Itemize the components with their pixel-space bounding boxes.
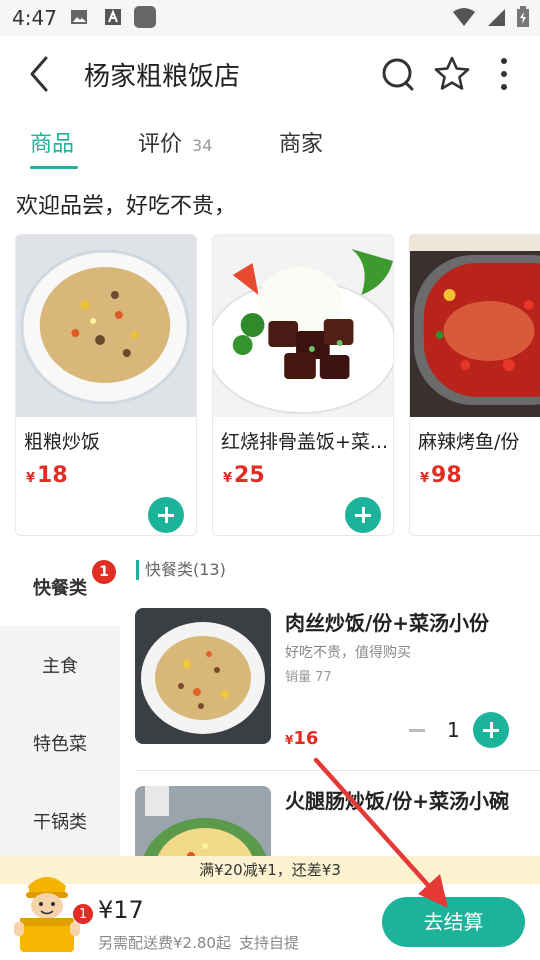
product-price-value: 16 bbox=[293, 728, 319, 749]
tab-products-label: 商品 bbox=[30, 132, 75, 157]
checkout-button[interactable]: 去结算 bbox=[382, 897, 525, 947]
delivery-fee-note: 另需配送费¥2.80起 支持自提 bbox=[98, 932, 299, 953]
more-vertical-icon bbox=[501, 58, 507, 90]
increase-quantity-button[interactable] bbox=[473, 712, 509, 748]
review-count: 34 bbox=[192, 136, 213, 155]
featured-card[interactable]: 红烧排骨盖饭+菜... ¥25 bbox=[212, 234, 394, 536]
category-count-badge: 1 bbox=[92, 560, 116, 584]
featured-price-value: 25 bbox=[234, 463, 265, 488]
category-label: 主食 bbox=[42, 656, 78, 677]
featured-price: ¥25 bbox=[223, 463, 265, 488]
category-specialty[interactable]: 特色菜 bbox=[0, 704, 120, 782]
product-sales: 销量 77 bbox=[285, 670, 332, 685]
featured-name: 红烧排骨盖饭+菜... bbox=[221, 431, 389, 453]
wifi-icon bbox=[453, 8, 475, 26]
category-fast-food[interactable]: 快餐类 1 bbox=[0, 548, 120, 626]
image-notification-icon bbox=[70, 8, 88, 26]
category-label: 快餐类 bbox=[33, 578, 87, 599]
category-dry-pot[interactable]: 干锅类 bbox=[0, 782, 120, 860]
featured-carousel[interactable]: 粗粮炒饭 ¥18 红烧排骨盖饭+菜... ¥25 麻辣烤鱼/份 ¥98 bbox=[0, 234, 540, 538]
add-to-cart-button[interactable] bbox=[148, 497, 184, 533]
star-icon bbox=[434, 56, 470, 90]
text-notification-icon bbox=[104, 8, 122, 26]
battery-icon bbox=[517, 6, 529, 27]
quantity-value: 1 bbox=[447, 718, 460, 742]
fried-rice-photo bbox=[16, 235, 196, 417]
status-icons bbox=[452, 6, 530, 28]
featured-name: 麻辣烤鱼/份 bbox=[418, 431, 520, 453]
add-to-cart-button[interactable] bbox=[345, 497, 381, 533]
tab-reviews-label: 评价 bbox=[138, 132, 183, 157]
delivery-fee-text: 另需配送费¥2.80起 bbox=[98, 934, 231, 952]
category-label: 干锅类 bbox=[33, 812, 87, 833]
chevron-left-icon bbox=[30, 56, 48, 92]
decrease-quantity-button[interactable] bbox=[407, 720, 427, 740]
featured-price: ¥18 bbox=[26, 463, 68, 488]
app-notification-icon bbox=[134, 6, 156, 28]
category-staple[interactable]: 主食 bbox=[0, 626, 120, 704]
shredded-pork-fried-rice-photo bbox=[135, 608, 271, 744]
section-title: 快餐类(13) bbox=[136, 560, 226, 580]
back-button[interactable] bbox=[24, 54, 56, 94]
welcome-message: 欢迎品尝，好吃不贵， bbox=[16, 194, 237, 219]
featured-card[interactable]: 麻辣烤鱼/份 ¥98 bbox=[409, 234, 540, 536]
list-divider bbox=[135, 770, 540, 771]
currency-symbol: ¥ bbox=[26, 471, 36, 486]
tab-merchant-label: 商家 bbox=[279, 132, 324, 157]
status-bar: 4:47 bbox=[0, 0, 540, 36]
signal-icon bbox=[488, 9, 505, 26]
product-description: 好吃不贵，值得购买 bbox=[285, 645, 411, 661]
featured-price-value: 98 bbox=[431, 463, 462, 488]
product-item[interactable]: 肉丝炒饭/份+菜汤小份 好吃不贵，值得购买 销量 77 ¥16 1 bbox=[135, 608, 540, 758]
braised-ribs-photo bbox=[213, 235, 393, 417]
pickup-support-text: 支持自提 bbox=[238, 934, 299, 952]
tab-reviews[interactable]: 评价 34 bbox=[138, 126, 212, 158]
tab-bar: 商品 评价 34 商家 bbox=[0, 114, 540, 172]
status-time: 4:47 bbox=[12, 6, 57, 30]
product-name: 火腿肠炒饭/份+菜汤小碗 bbox=[285, 789, 510, 813]
app-bar: 杨家粗粮饭店 bbox=[0, 36, 540, 114]
product-price: ¥16 bbox=[285, 728, 318, 749]
favorite-button[interactable] bbox=[432, 54, 472, 94]
tab-products[interactable]: 商品 bbox=[30, 126, 74, 158]
search-icon bbox=[382, 58, 414, 91]
tab-merchant[interactable]: 商家 bbox=[279, 126, 323, 158]
currency-symbol: ¥ bbox=[420, 471, 430, 486]
active-tab-indicator bbox=[30, 166, 78, 169]
category-label: 特色菜 bbox=[33, 734, 87, 755]
currency-symbol: ¥ bbox=[223, 471, 233, 486]
product-name: 肉丝炒饭/份+菜汤小份 bbox=[285, 611, 490, 635]
product-item[interactable]: 火腿肠炒饭/份+菜汤小碗 bbox=[135, 786, 540, 856]
featured-name: 粗粮炒饭 bbox=[24, 431, 101, 453]
more-button[interactable] bbox=[484, 54, 524, 94]
page-title: 杨家粗粮饭店 bbox=[84, 62, 241, 92]
featured-card[interactable]: 粗粮炒饭 ¥18 bbox=[15, 234, 197, 536]
featured-price: ¥98 bbox=[420, 463, 462, 488]
spicy-fish-photo bbox=[410, 235, 540, 417]
featured-price-value: 18 bbox=[37, 463, 68, 488]
cart-bar: 1 ¥17 另需配送费¥2.80起 支持自提 去结算 bbox=[0, 877, 540, 960]
ham-fried-rice-photo bbox=[135, 786, 271, 856]
category-sidebar: 快餐类 1 主食 特色菜 干锅类 bbox=[0, 548, 120, 860]
cart-total: ¥17 bbox=[98, 896, 144, 924]
cart-count-badge: 1 bbox=[72, 903, 94, 925]
search-button[interactable] bbox=[378, 54, 418, 94]
